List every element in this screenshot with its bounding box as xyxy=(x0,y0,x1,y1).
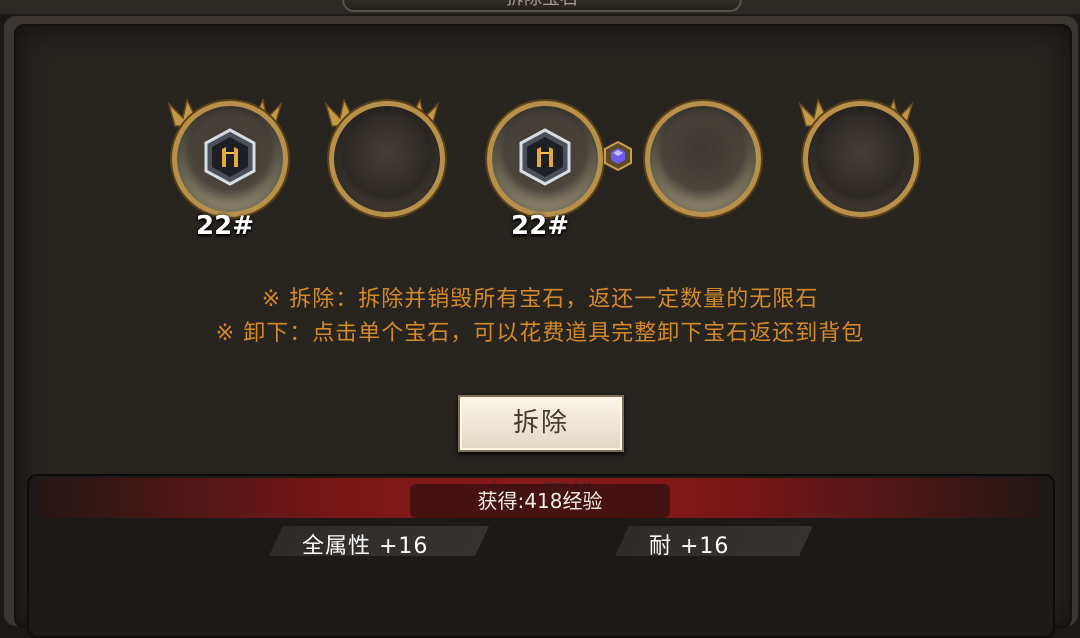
remove-button[interactable]: 拆除 xyxy=(458,395,624,452)
hexagon-gem-icon xyxy=(204,128,256,186)
hexagon-gem-icon xyxy=(519,128,571,186)
socket-3-label: 22# xyxy=(511,211,569,241)
gem-socket-5[interactable] xyxy=(803,101,919,217)
attribute-stamina: 耐 +16 xyxy=(649,534,730,559)
gem-socket-1[interactable] xyxy=(172,101,288,217)
socket-1-label: 22# xyxy=(196,211,254,241)
window-title: 拆除宝石 xyxy=(342,0,742,12)
gem-socket-2[interactable] xyxy=(329,101,445,217)
link-gem-icon xyxy=(604,140,632,172)
hint-unequip: ※ 卸下：点击单个宝石，可以花费道具完整卸下宝石返还到背包 xyxy=(215,321,865,346)
exp-toast: 获得:418经验 xyxy=(410,484,670,518)
hint-remove: ※ 拆除：拆除并销毁所有宝石，返还一定数量的无限石 xyxy=(261,287,819,312)
gem-socket-4[interactable] xyxy=(645,101,761,217)
attribute-all-stats: 全属性 +16 xyxy=(302,534,429,559)
gem-socket-3[interactable] xyxy=(487,101,603,217)
